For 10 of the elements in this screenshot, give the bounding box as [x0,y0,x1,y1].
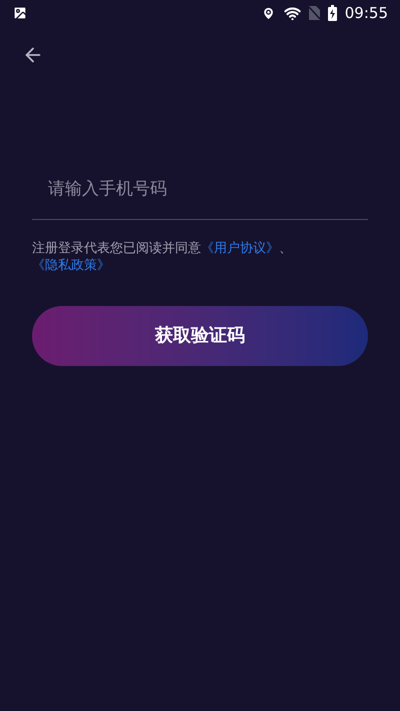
no-sim-icon [308,6,320,20]
clock-time: 09:55 [344,2,388,24]
user-agreement-link[interactable]: 《用户协议》 [201,240,279,256]
wifi-icon [284,4,301,22]
get-code-button[interactable]: 获取验证码 [32,306,368,366]
gallery-notification-icon [12,5,28,21]
battery-charging-icon [328,5,337,21]
privacy-policy-link[interactable]: 《隐私政策》 [32,258,110,272]
phone-number-field[interactable]: 请输入手机号码 [32,173,368,220]
agreement-text: 注册登录代表您已阅读并同意《用户协议》、 《隐私政策》 [32,240,293,274]
